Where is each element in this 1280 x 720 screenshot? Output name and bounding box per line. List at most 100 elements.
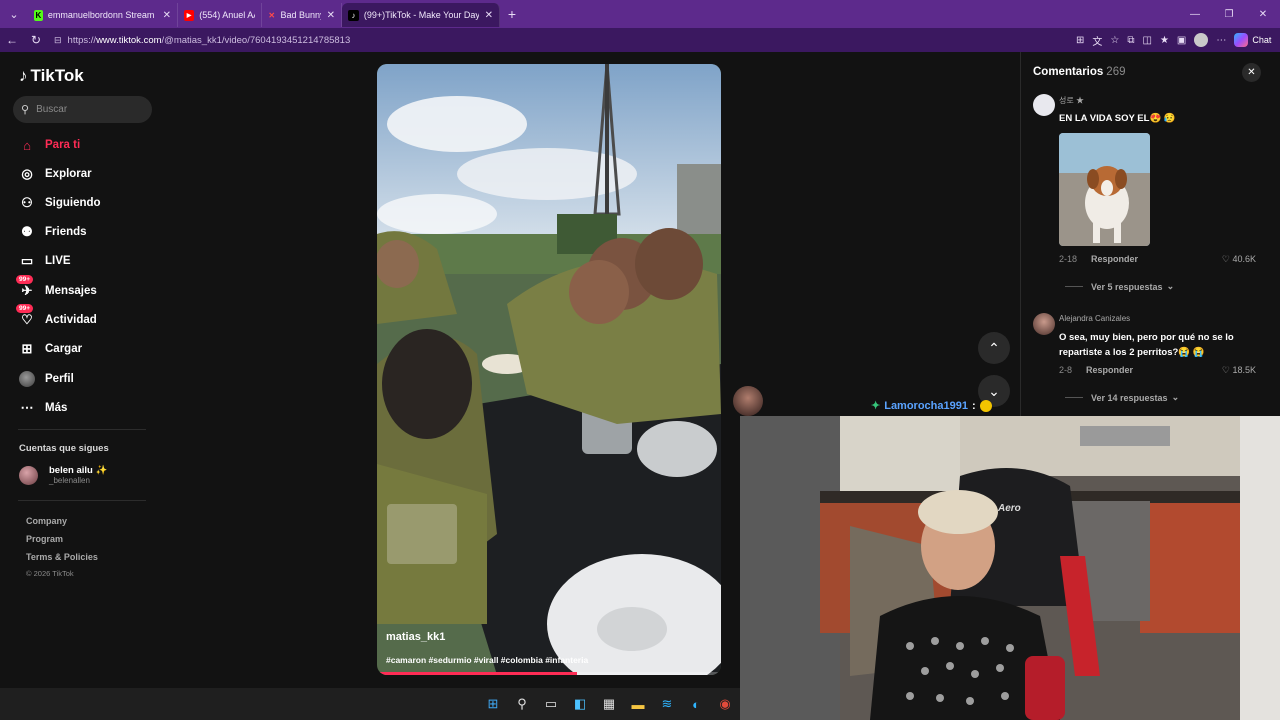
notification-badge: 99+ <box>16 304 34 313</box>
dog-photo <box>1059 133 1150 246</box>
comment-like-button[interactable]: ♡ 18.5K <box>1222 365 1256 376</box>
sidebar-item-perfil[interactable]: Perfil <box>18 370 74 388</box>
reply-button[interactable]: Responder <box>1091 254 1138 264</box>
comment-like-count: 18.5K <box>1232 365 1256 375</box>
browser-tab-kick[interactable]: K emmanuelbordonn Stream - Watc ✕ <box>28 3 178 27</box>
browser-tab-youtube[interactable]: ▶ (554) Anuel AA <box>178 3 262 27</box>
sidebar-item-explorar[interactable]: ◎ Explorar <box>18 165 91 183</box>
footer-link-terms[interactable]: Terms & Policies <box>26 552 98 562</box>
live-tv-icon: ▭ <box>20 253 34 268</box>
footer-link-program[interactable]: Program <box>26 534 63 544</box>
file-explorer-icon[interactable]: ▬ <box>628 694 648 714</box>
sidebar-item-mas[interactable]: ⋯ Más <box>18 399 68 417</box>
close-comments-icon[interactable]: ✕ <box>1242 63 1261 82</box>
chat-badge-icon: ✦ <box>871 400 881 412</box>
copilot-chat-button[interactable]: Chat <box>1234 33 1271 47</box>
browser-tab-badbunny[interactable]: ✕ Bad Bunny - H ✕ <box>262 3 342 27</box>
following-account[interactable]: belen ailu ✨ _belenallen <box>19 465 107 485</box>
minimize-icon[interactable]: — <box>1178 0 1212 28</box>
youtube-icon: ▶ <box>184 9 195 21</box>
refresh-icon[interactable]: ↻ <box>24 33 48 47</box>
chat-emote-icon <box>979 399 992 412</box>
search-icon[interactable]: ⚲ <box>512 694 532 714</box>
avatar <box>19 465 38 485</box>
close-icon[interactable]: ✕ <box>163 10 171 21</box>
window-controls: — ❐ ✕ <box>1178 0 1280 28</box>
sidebar-divider <box>18 500 146 501</box>
search-input[interactable]: ⚲ Buscar <box>13 96 152 123</box>
browser-tab-tiktok[interactable]: ♪ (99+)TikTok - Make Your Day ✕ <box>342 3 500 27</box>
comment-image[interactable] <box>1059 133 1150 246</box>
new-tab-plus-icon[interactable]: + <box>500 6 524 22</box>
collections-icon[interactable]: ★ <box>1160 35 1169 46</box>
site-info-icon[interactable]: ⊟ <box>54 35 62 46</box>
back-arrow-icon[interactable]: ← <box>0 33 24 47</box>
sidebar-item-para-ti[interactable]: ⌂ Para ti <box>18 136 80 154</box>
chevron-down-icon: ⌄ <box>1166 281 1175 291</box>
comment-user[interactable]: Alejandra Canizales <box>1059 314 1130 323</box>
search-placeholder: Buscar <box>36 104 68 115</box>
chrome-browser-icon[interactable]: ◉ <box>715 694 735 714</box>
tiktok-icon: ♪ <box>348 9 359 21</box>
windows-start-icon[interactable]: ⊞ <box>483 694 503 714</box>
widgets-icon[interactable]: ◧ <box>570 694 590 714</box>
close-icon[interactable]: ✕ <box>485 10 493 21</box>
avatar[interactable] <box>1033 94 1055 116</box>
video-player[interactable]: matias_kk1 #camaron #sedurmio #virall #c… <box>377 64 721 675</box>
tab-title: (554) Anuel AA <box>199 10 255 20</box>
tab-actions-chevron-icon[interactable]: ⌄ <box>0 0 28 28</box>
sidebar-item-label: Para ti <box>45 139 81 151</box>
copyright-text: © 2026 TikTok <box>26 569 74 578</box>
sidebar-item-cargar[interactable]: ⊞ Cargar <box>18 340 83 358</box>
sidebar-item-friends[interactable]: ⚉ Friends <box>18 223 86 241</box>
sidebar-item-siguiendo[interactable]: ⚇ Siguiendo <box>18 194 101 212</box>
sidebar-item-actividad[interactable]: ♡ 99+ Actividad <box>16 304 97 329</box>
reply-button[interactable]: Responder <box>1086 365 1133 375</box>
favorite-star-icon[interactable]: ☆ <box>1110 35 1119 46</box>
replies-divider <box>1065 286 1083 287</box>
tiktok-logo[interactable]: ♪ TikTok <box>19 66 84 86</box>
edge-browser-icon[interactable]: ◐ <box>686 694 706 714</box>
comments-panel: Comentarios 269 ✕ 성로 ★ EN LA VIDA SOY EL😍… <box>1020 52 1280 416</box>
video-author[interactable]: matias_kk1 <box>386 631 445 643</box>
previous-video-chevron-up-icon[interactable]: ⌃ <box>978 332 1010 364</box>
close-icon[interactable]: ✕ <box>327 10 335 21</box>
taskbar-icons: ⊞ ⚲ ▭ ◧ ▦ ▬ ≋ ◐ ◉ <box>483 688 735 720</box>
profile-avatar-icon <box>18 370 36 388</box>
split-screen-icon[interactable]: ◫ <box>1143 35 1152 46</box>
task-view-icon[interactable]: ▭ <box>541 694 561 714</box>
following-account-name: belen ailu ✨ <box>49 465 108 476</box>
sidebar-item-mensajes[interactable]: ✈ 99+ Mensajes <box>16 275 97 300</box>
extensions-icon[interactable]: ⧉ <box>1127 35 1134 46</box>
url-field[interactable]: ⊟ https://www.tiktok.com/@matias_kk1/vid… <box>54 31 1064 49</box>
restore-icon[interactable]: ❐ <box>1212 0 1246 28</box>
creator-avatar[interactable] <box>733 386 763 416</box>
url-prefix: https:// <box>67 34 97 46</box>
comment-user[interactable]: 성로 ★ <box>1059 95 1084 106</box>
comment-like-button[interactable]: ♡ 40.6K <box>1222 254 1256 265</box>
sidebar-item-label: Siguiendo <box>45 197 101 209</box>
sidebar-item-live[interactable]: ▭ LIVE <box>18 252 71 270</box>
notification-badge: 99+ <box>16 275 34 284</box>
view-replies-button[interactable]: Ver 14 respuestas ⌄ <box>1065 392 1179 403</box>
video-progress-bar[interactable] <box>377 672 721 675</box>
more-options-icon[interactable]: ⋯ <box>1216 35 1226 46</box>
chat-username: Lamorocha1991 <box>884 399 968 412</box>
following-heading: Cuentas que sigues <box>19 443 109 454</box>
address-bar-actions: ⊞ 文 ☆ ⧉ ◫ ★ ▣ ⋯ Chat <box>1076 33 1271 48</box>
comments-title-label: Comentarios <box>1033 66 1104 78</box>
sidebar-item-label: Más <box>45 402 68 414</box>
app-install-icon[interactable]: ⊞ <box>1076 35 1084 46</box>
network-icon[interactable]: ≋ <box>657 694 677 714</box>
activity-icon: ♡ 99+ <box>16 304 36 329</box>
close-window-icon[interactable]: ✕ <box>1246 0 1280 28</box>
view-replies-label: Ver 14 respuestas <box>1091 392 1168 403</box>
wallet-icon[interactable]: ▣ <box>1177 35 1186 46</box>
view-replies-button[interactable]: Ver 5 respuestas ⌄ <box>1065 281 1174 292</box>
profile-avatar-icon[interactable] <box>1194 33 1209 47</box>
store-icon[interactable]: ▦ <box>599 694 619 714</box>
translate-icon[interactable]: 文 <box>1092 33 1102 48</box>
video-hashtags[interactable]: #camaron #sedurmio #virall #colombia #in… <box>386 655 588 665</box>
avatar[interactable] <box>1033 313 1055 335</box>
footer-link-company[interactable]: Company <box>26 516 67 526</box>
